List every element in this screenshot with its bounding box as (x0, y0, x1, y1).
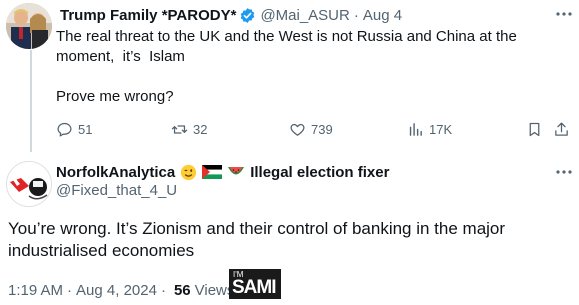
share-button[interactable] (553, 118, 570, 140)
watermark-badge: I'M SAMI (229, 269, 281, 299)
reply-count: 51 (78, 121, 93, 137)
like-button[interactable]: 739 (289, 118, 333, 140)
handle[interactable]: @Mai_ASUR (260, 7, 349, 24)
repost-button[interactable]: 32 (171, 118, 207, 140)
tweet-date[interactable]: Aug 4 (363, 7, 402, 24)
action-bar: 51 32 739 17K (51, 118, 576, 140)
views-count: 17K (429, 121, 453, 137)
separator-dot: · (353, 6, 359, 24)
separator-dot: · (67, 281, 73, 299)
handle[interactable]: @Fixed_that_4_U (56, 182, 177, 199)
tweet-meta: 1:19 AM · Aug 4, 2024 · 56 Views (8, 280, 234, 300)
separator-dot: · (160, 281, 166, 299)
palestine-flag-icon (202, 165, 223, 179)
bookmark-icon (529, 122, 540, 136)
reply-icon (57, 122, 72, 137)
repost-icon (171, 124, 188, 134)
tweet-date[interactable]: Aug 4, 2024 (76, 282, 157, 299)
more-icon[interactable] (553, 163, 575, 181)
views-count[interactable]: 56 (174, 282, 191, 299)
repost-count: 32 (193, 121, 208, 137)
tweet1-header: Trump Family *PARODY* @Mai_ASUR · Aug 4 (60, 4, 402, 26)
like-count: 739 (311, 121, 333, 137)
verified-badge-icon[interactable] (239, 7, 256, 24)
display-name[interactable]: Trump Family *PARODY* (60, 7, 236, 24)
avatar[interactable] (6, 161, 52, 207)
tweet-text-line: moment, it’s Islam (56, 48, 185, 65)
bookmark-button[interactable] (526, 118, 543, 140)
winking-face-icon (180, 164, 197, 181)
thread-line (30, 50, 32, 152)
more-icon[interactable] (553, 5, 575, 23)
reply-button[interactable]: 51 (56, 118, 92, 140)
watermelon-icon (227, 165, 245, 179)
reply-text: You’re wrong. It’s Zionism and their con… (8, 219, 506, 260)
like-icon (290, 123, 305, 136)
tweet-text-line: The real threat to the UK and the West i… (56, 28, 517, 45)
tweet2-header: NorfolkAnalytica Illegal election fixer (56, 162, 389, 182)
tweet-text-line: Prove me wrong? (56, 88, 174, 105)
views-button[interactable]: 17K (407, 118, 452, 140)
share-icon (555, 121, 568, 136)
display-name[interactable]: NorfolkAnalytica (56, 164, 175, 181)
name-suffix[interactable]: Illegal election fixer (250, 164, 389, 181)
avatar[interactable] (6, 3, 52, 49)
watermark-name: SAMI (232, 277, 276, 298)
tweet-time[interactable]: 1:19 AM (8, 282, 63, 299)
tweet-text: The real threat to the UK and the West i… (56, 27, 556, 107)
views-icon (409, 122, 422, 136)
